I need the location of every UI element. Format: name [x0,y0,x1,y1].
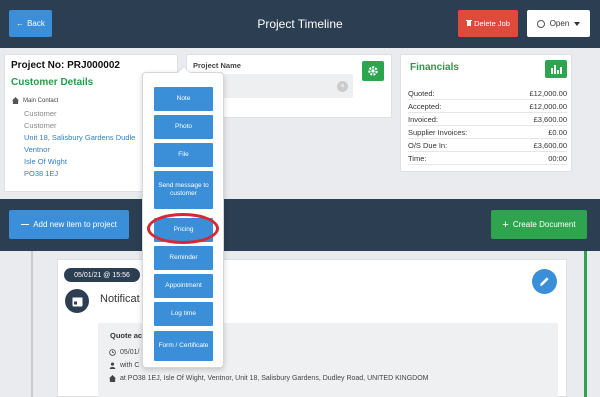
bar-chart-icon [550,65,562,74]
create-document-button[interactable]: + Create Document [491,210,587,239]
plus-icon: + [502,218,509,231]
calendar-icon [65,289,89,313]
popup-item-note[interactable]: Note [154,87,213,111]
caret-down-icon [574,21,581,26]
pricing-highlight-circle [147,213,219,244]
chart-button[interactable] [545,60,567,78]
quote-title: Quote ac [110,331,143,340]
project-name-label: Project Name [193,61,241,70]
clear-icon[interactable]: × [337,81,348,92]
financial-row-os-due-in: O/S Due In: £3,600.00 [408,141,567,152]
quote-date-line: 05/01/ [109,349,139,356]
timeline-entry-title: Notificat [100,293,140,305]
financial-row-accepted: Accepted: £12,000.00 [408,102,567,113]
financial-row-supplier-invoices: Supplier Invoices: £0.00 [408,128,567,139]
address-postcode[interactable]: PO38 1EJ [24,169,58,178]
timeline-accent-line [584,251,587,397]
financials-title: Financials [410,62,459,73]
popup-item-reminder[interactable]: Reminder [154,246,213,270]
financial-row-invoiced: Invoiced: £3,600.00 [408,115,567,126]
customer-company: Customer [24,121,57,130]
quote-address-line: at PO38 1EJ, Isle Of Wight, Ventnor, Uni… [109,375,429,382]
address-county[interactable]: Isle Of Wight [24,157,67,166]
gear-icon [368,66,378,76]
trash-icon [466,19,473,28]
settings-button[interactable] [362,61,384,81]
project-number: Project No: PRJ000002 [11,60,120,71]
pencil-icon [540,277,549,286]
quote-with-line: with C [109,362,139,369]
popup-item-send-message[interactable]: Send message to customer [154,171,213,209]
delete-job-label: Delete Job [474,19,510,28]
home-icon [109,375,116,382]
financial-row-time: Time: 00:00 [408,154,567,165]
home-icon [12,97,19,104]
address-town[interactable]: Ventnor [24,145,50,154]
popup-item-log-time[interactable]: Log time [154,302,213,326]
status-circle-icon [536,19,545,28]
customer-name: Customer [24,109,57,118]
financials-card: Financials Quoted: £12,000.00 Accepted: £1… [400,54,572,172]
customer-details-heading: Customer Details [11,77,94,88]
timeline-line [31,251,33,397]
timeline-date-badge: 05/01/21 @ 15:56 [64,268,140,282]
add-item-label: Add new item to project [33,220,117,229]
popup-item-photo[interactable]: Photo [154,115,213,139]
status-label: Open [549,19,570,28]
popup-item-form-certificate[interactable]: Form / Certificate [154,331,213,361]
financial-row-quoted: Quoted: £12,000.00 [408,89,567,100]
add-item-button[interactable]: Add new item to project [9,210,129,239]
delete-job-button[interactable]: Delete Job [458,10,518,37]
main-contact-label: Main Contact [12,97,58,104]
popup-item-file[interactable]: File [154,143,213,167]
create-document-label: Create Document [512,220,576,229]
clock-icon [109,349,116,356]
popup-item-appointment[interactable]: Appointment [154,274,213,298]
minus-icon [21,223,30,226]
status-dropdown[interactable]: Open [527,10,590,37]
address-line-1[interactable]: Unit 18, Salisbury Gardens Dudle [24,133,135,142]
user-icon [109,362,116,369]
edit-entry-button[interactable] [532,269,557,294]
